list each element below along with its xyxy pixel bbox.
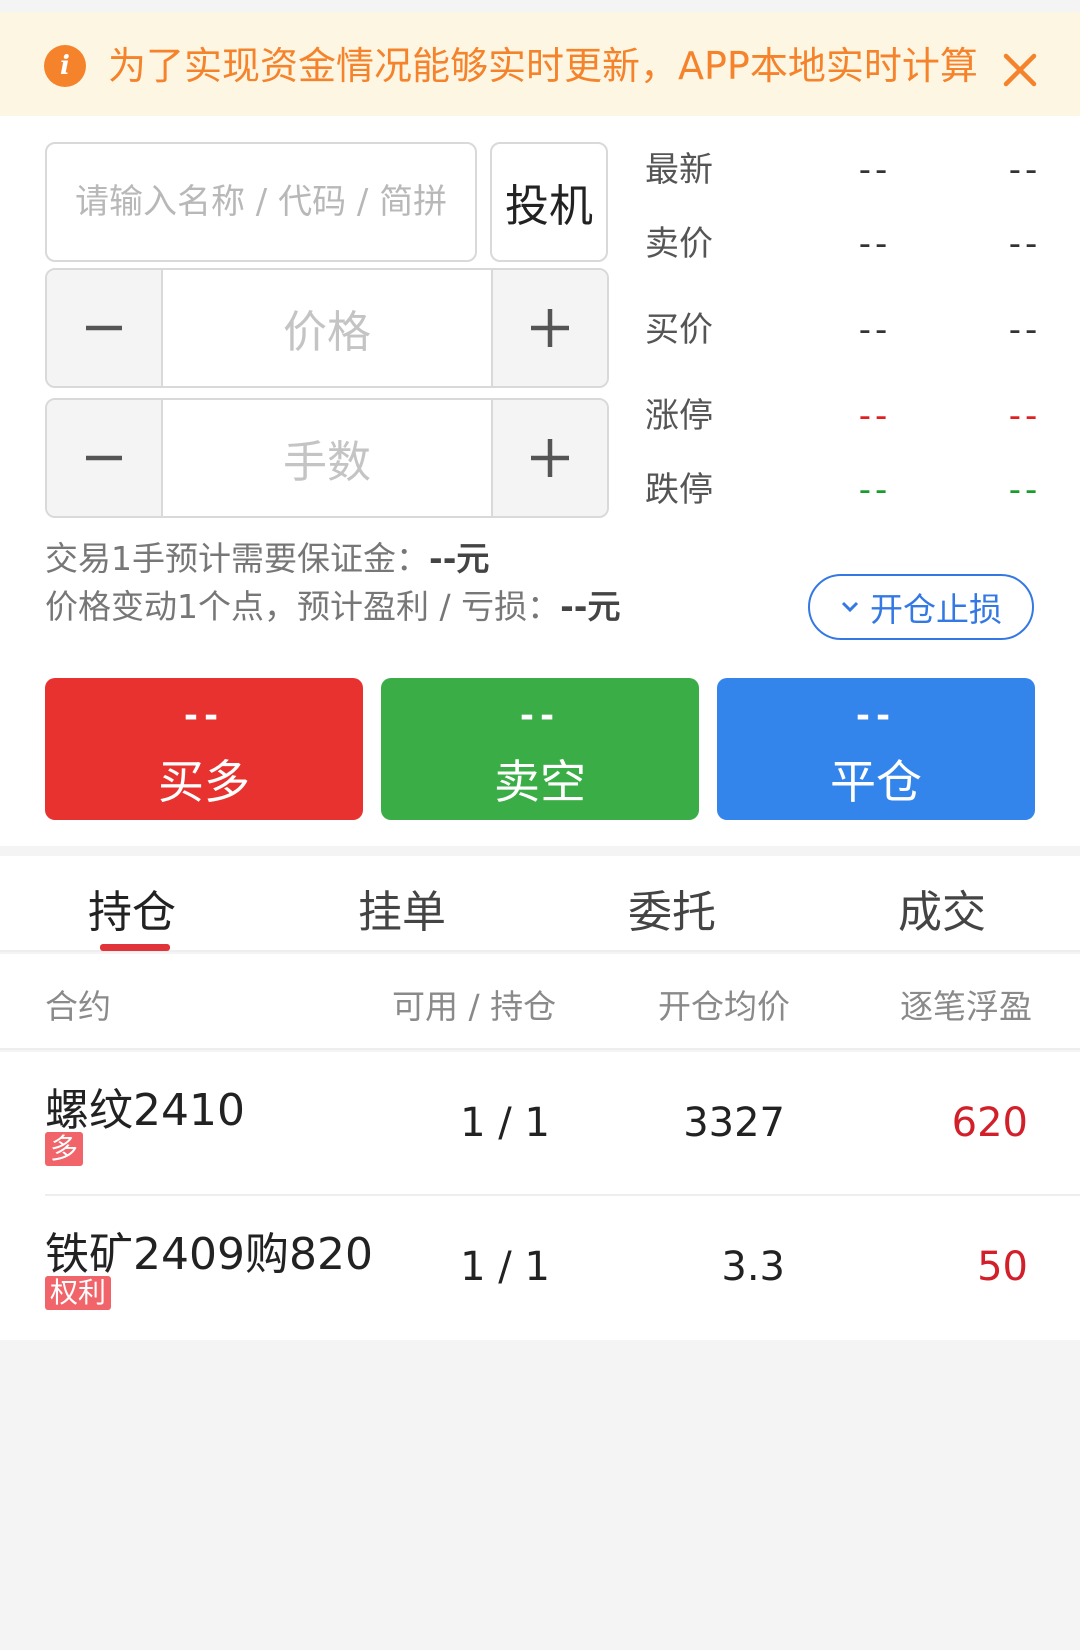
price-minus-button[interactable] (47, 270, 163, 386)
tab-trades[interactable]: 成交 (898, 876, 986, 940)
quote-row-limit-down: 跌停 -- -- (645, 470, 1042, 510)
buy-label: 买多 (158, 755, 250, 809)
minus-icon (86, 455, 122, 461)
position-qty: 1 / 1 (460, 1244, 550, 1290)
tab-positions[interactable]: 持仓 (88, 876, 176, 940)
notice-text: 为了实现资金情况能够实时更新，APP本地实时计算 (108, 44, 978, 88)
header-contract: 合约 (45, 987, 111, 1026)
floating-pnl: 50 (977, 1244, 1028, 1290)
buy-price: -- (183, 696, 225, 736)
close-icon[interactable] (1000, 50, 1040, 90)
lots-plus-button[interactable] (491, 400, 607, 516)
chevron-down-icon (841, 601, 859, 613)
header-available-position: 可用 / 持仓 (392, 987, 557, 1026)
table-header: 合约 可用 / 持仓 开仓均价 逐笔浮盈 (0, 954, 1080, 1050)
sell-short-button[interactable]: -- 卖空 (381, 678, 699, 820)
plus-icon (531, 309, 569, 347)
direction-badge: 多 (45, 1132, 84, 1166)
minus-icon (86, 325, 122, 331)
margin-value: --元 (429, 539, 490, 578)
tab-pending-orders[interactable]: 挂单 (358, 876, 446, 940)
pnl-info: 价格变动1个点，预计盈利 / 亏损：--元 (45, 587, 621, 626)
header-floating-pnl: 逐笔浮盈 (900, 987, 1032, 1026)
table-row[interactable]: 螺纹2410 多 1 / 1 3327 620 (0, 1052, 1080, 1196)
notice-bar: i 为了实现资金情况能够实时更新，APP本地实时计算 (0, 12, 1080, 116)
stoploss-button[interactable]: 开仓止损 (808, 574, 1034, 640)
price-input[interactable]: 价格 (163, 270, 491, 386)
quote-row-bid: 买价 -- -- (645, 310, 1042, 350)
table-row[interactable]: 铁矿2409购820 权利 1 / 1 3.3 50 (0, 1196, 1080, 1340)
buy-long-button[interactable]: -- 买多 (45, 678, 363, 820)
close-label: 平仓 (830, 755, 922, 809)
tab-orders[interactable]: 委托 (628, 876, 716, 940)
close-price: -- (855, 696, 897, 736)
tab-bar: 持仓 挂单 委托 成交 (0, 856, 1080, 952)
active-tab-indicator (100, 944, 170, 951)
header-avg-open-price: 开仓均价 (658, 987, 790, 1026)
price-plus-button[interactable] (491, 270, 607, 386)
price-stepper: 价格 (45, 268, 609, 388)
info-icon: i (44, 45, 86, 87)
avg-price: 3.3 (721, 1244, 785, 1290)
plus-icon (531, 439, 569, 477)
trade-panel: 投机 价格 手数 最新 -- -- 卖价 -- -- 买价 -- -- 涨停 -… (0, 116, 1080, 846)
direction-badge: 权利 (45, 1276, 112, 1310)
sell-label: 卖空 (494, 755, 586, 809)
lots-minus-button[interactable] (47, 400, 163, 516)
floating-pnl: 620 (951, 1100, 1028, 1146)
quote-row-ask: 卖价 -- -- (645, 224, 1042, 264)
lots-stepper: 手数 (45, 398, 609, 518)
margin-info: 交易1手预计需要保证金：--元 (45, 539, 490, 578)
mode-button[interactable]: 投机 (490, 142, 608, 262)
quote-row-limit-up: 涨停 -- -- (645, 396, 1042, 436)
contract-name: 螺纹2410 (45, 1085, 245, 1136)
close-position-button[interactable]: -- 平仓 (717, 678, 1035, 820)
search-input[interactable] (45, 142, 477, 262)
lots-input[interactable]: 手数 (163, 400, 491, 516)
contract-name: 铁矿2409购820 (45, 1229, 373, 1280)
sell-price: -- (519, 696, 561, 736)
quote-row-latest: 最新 -- -- (645, 150, 1042, 190)
avg-price: 3327 (683, 1100, 785, 1146)
position-qty: 1 / 1 (460, 1100, 550, 1146)
pnl-value: --元 (560, 587, 621, 626)
